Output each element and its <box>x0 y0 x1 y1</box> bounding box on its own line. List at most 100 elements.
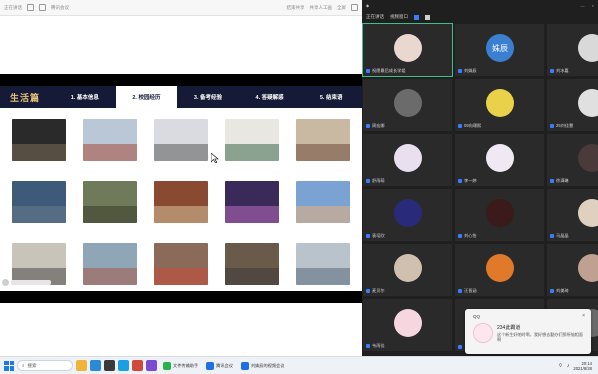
participant-name: 徐满琳 <box>556 178 569 183</box>
slide-photo <box>83 181 137 223</box>
qq-notification[interactable]: QQ × 234此霸道 这个新生好帕时啊，我好想去勤办们那所恼相面啊 <box>465 309 591 354</box>
slide-tab-3: 3. 备考经验 <box>193 95 223 101</box>
participant-name-row: 袁培欣 <box>366 233 385 239</box>
mic-icon <box>366 344 370 348</box>
participant-name: 马晶晶 <box>556 233 569 238</box>
windows-start-icon[interactable] <box>4 360 14 371</box>
app-icon <box>206 361 215 370</box>
participant-tile[interactable]: 袁培欣 <box>363 189 452 241</box>
browser-icon[interactable] <box>118 360 129 371</box>
share-icon[interactable] <box>39 4 46 11</box>
system-tray: ⌔ ♪ 20:14 2021/8/28 <box>558 361 598 371</box>
mic-icon <box>366 289 370 293</box>
mic-icon <box>366 69 370 73</box>
avatar <box>394 89 422 117</box>
participant-name: 刘姝辰 <box>464 68 477 73</box>
participant-name-row: 周宏娜 <box>366 123 385 129</box>
avatar <box>394 199 422 227</box>
search-icon: ⌕ <box>22 363 25 368</box>
mic-icon <box>458 179 462 183</box>
office-icon[interactable] <box>132 360 143 371</box>
mic-icon <box>550 69 554 73</box>
participant-tile[interactable]: 25刘佳慧 <box>547 79 598 131</box>
taskbar-app[interactable]: 文件传输助手 <box>160 359 201 372</box>
participant-tile[interactable]: 汪晋涵 <box>455 244 544 296</box>
participant-name: 麦贝尔 <box>372 288 385 293</box>
mic-icon <box>550 179 554 183</box>
participant-name-row: 李一婷 <box>458 178 477 184</box>
slide-photo <box>12 243 66 285</box>
expand-icon[interactable] <box>351 4 358 11</box>
slide-photo <box>154 181 208 223</box>
avatar <box>394 34 422 62</box>
participant-name: 李一婷 <box>464 178 477 183</box>
tab-speaking[interactable]: 正在讲话 <box>366 14 384 20</box>
avatar <box>578 89 598 117</box>
media-icon[interactable] <box>146 360 157 371</box>
file-explorer-icon[interactable] <box>76 360 87 371</box>
volume-icon[interactable]: ♪ <box>567 363 570 369</box>
participant-name: 舒雨萌 <box>372 178 385 183</box>
participant-tile[interactable]: 麦贝尔 <box>363 244 452 296</box>
participant-tile[interactable]: 马晶晶 <box>547 189 598 241</box>
window-controls: — × <box>581 3 594 8</box>
photo-grid <box>12 119 350 289</box>
slide-tab-4: 4. 答疑解惑 <box>255 95 284 101</box>
taskbar-search[interactable]: ⌕ 搜索 <box>17 360 73 371</box>
participant-tile[interactable]: 刘心怡 <box>455 189 544 241</box>
panel-logo-icon: ◆ <box>366 2 370 8</box>
tab-video[interactable]: 视频窗口 <box>390 14 408 20</box>
participant-tile[interactable]: 祝愿最后成长学姐 <box>362 23 453 77</box>
fullscreen-button[interactable]: 全屏 <box>337 5 346 11</box>
participant-tile[interactable]: 刘美琦 <box>547 244 598 296</box>
mic-icon <box>366 234 370 238</box>
participant-name-row: 韦雨佳 <box>366 343 385 349</box>
avatar <box>394 254 422 282</box>
participant-name: 祝愿最后成长学姐 <box>372 68 406 73</box>
participant-tile[interactable]: 舒雨萌 <box>363 134 452 186</box>
share-extra[interactable]: 共享人工画 <box>310 5 333 11</box>
network-icon[interactable]: ⌔ <box>558 363 563 369</box>
taskbar-app[interactable]: 刘姝辰的视频会议 <box>238 359 288 372</box>
shared-screen-area: 正在讲话 腾讯会议 结束共享 共享人工画 全屏 生活篇 1. 基本信息 2. 校… <box>0 0 362 356</box>
slide-control-icon[interactable] <box>2 279 9 286</box>
participant-tile[interactable]: 李一婷 <box>455 134 544 186</box>
grid-icon[interactable] <box>27 4 34 11</box>
taskbar-app[interactable]: 腾讯会议 <box>203 359 236 372</box>
meeting-title: 腾讯会议 <box>51 4 69 10</box>
mouse-cursor-icon <box>211 153 219 163</box>
participant-tile[interactable]: 徐满琳 <box>547 134 598 186</box>
share-label[interactable]: 结束共享 <box>287 5 305 11</box>
slide-progress-bar[interactable] <box>11 280 51 285</box>
list-view-icon[interactable] <box>425 14 430 20</box>
presentation-slide: 生活篇 1. 基本信息 2. 校园经历 3. 备考经验 4. 答疑解惑 5. 结… <box>0 86 362 291</box>
close-icon[interactable]: × <box>592 3 594 8</box>
minimize-icon[interactable]: — <box>581 3 585 8</box>
slide-tab-1: 1. 基本信息 <box>70 95 99 101</box>
participant-name: 周宏娜 <box>372 123 385 128</box>
slide-photo <box>296 181 350 223</box>
close-icon[interactable]: × <box>582 313 585 319</box>
taskbar-app-label: 腾讯会议 <box>216 362 233 368</box>
participant-tile[interactable]: 周宏娜 <box>363 79 452 131</box>
mic-icon <box>458 345 462 349</box>
participant-tile[interactable]: 韦雨佳 <box>363 299 452 351</box>
participant-name-row: 舒雨萌 <box>366 178 385 184</box>
edge-icon[interactable] <box>90 360 101 371</box>
slide-photo <box>83 119 137 161</box>
clock[interactable]: 20:14 2021/8/28 <box>573 361 592 371</box>
avatar <box>486 89 514 117</box>
participant-tile[interactable]: 刘冰嘉 <box>547 24 598 76</box>
participant-name-row <box>458 345 464 349</box>
participant-tile[interactable]: 09向璟熙 <box>455 79 544 131</box>
participant-name-row: 25刘佳慧 <box>550 123 573 129</box>
app-icon[interactable] <box>104 360 115 371</box>
slide-letterbox-bottom <box>0 291 362 303</box>
mic-icon <box>550 234 554 238</box>
slide-photo <box>154 119 208 161</box>
participant-tile[interactable]: 姝辰 刘姝辰 <box>455 24 544 76</box>
grid-view-icon[interactable] <box>414 14 419 20</box>
slide-letterbox-top <box>0 74 362 86</box>
mic-icon <box>458 69 462 73</box>
avatar <box>486 144 514 172</box>
